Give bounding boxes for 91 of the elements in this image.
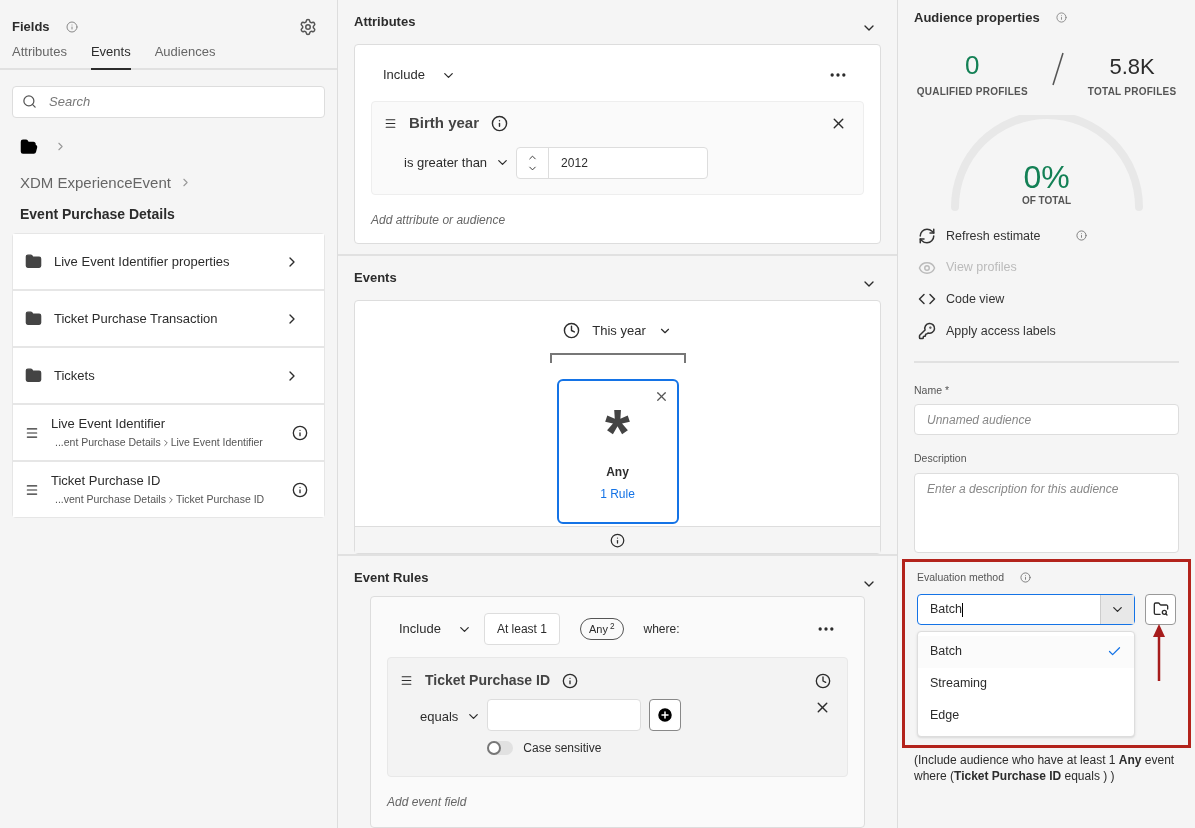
action-link[interactable]: Code view xyxy=(918,290,1005,309)
clock-icon[interactable] xyxy=(815,672,831,689)
audience-summary: (Include audience who have at least 1 Any event where (Ticket Purchase ID equals ) ) xyxy=(914,751,1176,785)
include-dropdown[interactable]: Include xyxy=(383,65,456,85)
value-field[interactable] xyxy=(487,699,642,731)
slash-divider xyxy=(1051,51,1064,86)
tab[interactable]: Attributes xyxy=(12,42,67,70)
annotation-arrow xyxy=(1152,622,1166,681)
percent-value: 0% xyxy=(1023,160,1070,193)
folder-search-icon xyxy=(1152,601,1169,618)
folder-icon xyxy=(25,367,42,384)
panel-title: Fields xyxy=(12,18,50,37)
section-heading: Event Purchase Details xyxy=(19,205,176,224)
folder-label: Tickets xyxy=(54,366,95,385)
folder-icon xyxy=(25,310,42,327)
field-row[interactable]: Ticket Purchase ID ...vent Purchase Details Ticket Purchase ID xyxy=(13,462,324,517)
folder-icon xyxy=(25,253,42,270)
settings-icon[interactable] xyxy=(299,18,317,36)
case-toggle[interactable] xyxy=(487,741,514,755)
include-dropdown[interactable]: Include xyxy=(399,619,472,639)
folder-icon[interactable] xyxy=(20,137,38,156)
plus-icon xyxy=(656,706,675,724)
field-path: ...vent Purchase Details xyxy=(55,492,166,508)
info-icon[interactable] xyxy=(491,114,509,132)
folder-label: Ticket Purchase Transaction xyxy=(54,309,218,328)
tab[interactable]: Audiences xyxy=(154,42,216,70)
field-label: Name * xyxy=(914,382,950,398)
search-icon xyxy=(22,93,37,109)
refresh-icon xyxy=(918,226,936,245)
panel-title: Audience properties xyxy=(914,9,1040,27)
info-icon xyxy=(1020,572,1031,584)
folder-row[interactable]: Live Event Identifier properties xyxy=(13,234,324,289)
info-icon[interactable] xyxy=(292,424,308,441)
field-path: Live Event Identifier xyxy=(170,435,263,451)
operator-dropdown[interactable]: is greater than xyxy=(404,152,511,173)
folder-row[interactable]: Ticket Purchase Transaction xyxy=(13,291,324,346)
action-link[interactable]: Apply access labels xyxy=(918,321,1056,341)
count-button[interactable]: At least 1 xyxy=(483,613,560,645)
total-label: TOTAL PROFILES xyxy=(1087,84,1177,99)
add-field-hint[interactable]: Add attribute or audience xyxy=(371,211,864,229)
number-field[interactable]: 2012 xyxy=(516,146,709,179)
event-name: Any xyxy=(606,463,629,481)
drag-handle-icon xyxy=(25,482,39,497)
rule-field: Birth year xyxy=(409,112,480,135)
field-label: Evaluation method xyxy=(917,570,1004,585)
info-icon[interactable] xyxy=(562,672,579,689)
evaluation-combobox[interactable]: Batch xyxy=(917,593,1135,625)
percent-label: OF TOTAL xyxy=(1021,193,1072,208)
folder-label: Live Event Identifier properties xyxy=(54,252,230,271)
info-icon[interactable] xyxy=(610,532,625,548)
field-label: Live Event Identifier xyxy=(51,414,167,433)
add-value-button[interactable] xyxy=(649,699,682,731)
drag-handle-icon xyxy=(400,674,413,687)
qualified-count: 0 xyxy=(965,51,980,78)
section-title: Event Rules xyxy=(354,569,429,588)
add-field-hint[interactable]: Add event field xyxy=(387,793,848,811)
action-link[interactable]: Refresh estimate xyxy=(918,226,1041,246)
info-icon xyxy=(1055,12,1067,24)
asterisk-symbol: * xyxy=(605,400,630,451)
time-dropdown[interactable]: This year xyxy=(563,321,672,341)
toggle-label: Case sensitive xyxy=(523,740,602,757)
total-count: 5.8K xyxy=(1109,55,1155,78)
tab[interactable]: Events xyxy=(90,42,131,70)
menu-option[interactable]: Edge xyxy=(918,699,1134,732)
description-field[interactable]: Enter a description for this audience xyxy=(914,473,1179,553)
menu-option[interactable]: Batch xyxy=(918,635,1134,668)
field-path: Ticket Purchase ID xyxy=(175,492,265,508)
rule-count-link[interactable]: 1 Rule xyxy=(600,484,635,503)
rule-field: Ticket Purchase ID xyxy=(425,670,551,691)
qualified-label: QUALIFIED PROFILES xyxy=(916,84,1028,99)
menu-option[interactable]: Streaming xyxy=(918,667,1134,700)
clock-icon xyxy=(563,322,581,340)
event-card[interactable]: * Any 1 Rule xyxy=(556,378,679,524)
breadcrumb-link[interactable]: XDM ExperienceEvent xyxy=(20,171,171,194)
field-label: Ticket Purchase ID xyxy=(51,471,162,490)
section-title: Attributes xyxy=(354,13,416,32)
field-path: ...ent Purchase Details xyxy=(55,435,161,451)
operator-dropdown[interactable]: equals xyxy=(420,707,482,727)
name-field[interactable]: Unnamed audience xyxy=(914,404,1179,436)
browse-button[interactable] xyxy=(1145,593,1176,625)
key-icon xyxy=(918,322,936,341)
folder-row[interactable]: Tickets xyxy=(13,348,324,403)
section-title: Events xyxy=(354,269,397,288)
info-icon[interactable] xyxy=(292,481,308,498)
search-field[interactable]: Search xyxy=(12,85,325,118)
drag-handle-icon xyxy=(384,116,397,130)
info-icon xyxy=(65,21,78,33)
field-label: Description xyxy=(914,451,968,467)
where-label: where: xyxy=(643,621,680,638)
drag-handle-icon xyxy=(25,425,39,440)
field-row[interactable]: Live Event Identifier ...ent Purchase Details Live Event Identifier xyxy=(13,405,324,460)
